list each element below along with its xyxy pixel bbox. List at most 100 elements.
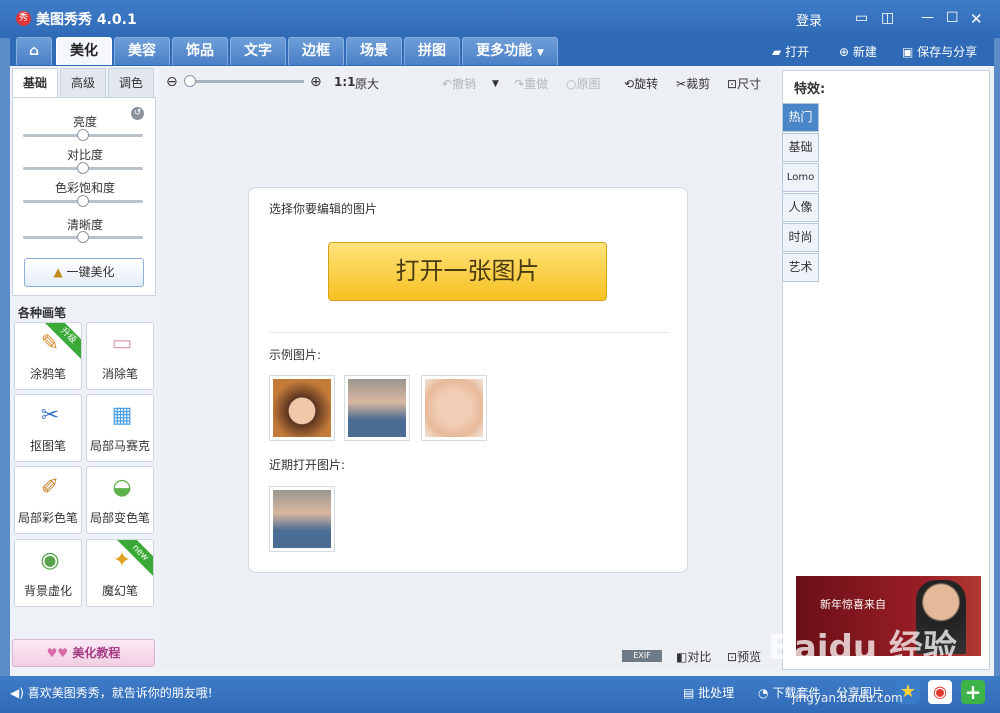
blur-icon: ◉ [40,548,60,573]
original-label: 原图 [576,77,601,91]
tab-frame[interactable]: 边框 [288,37,344,65]
open-image-button[interactable]: 打开一张图片 [328,242,607,301]
new-action-label: 新建 [852,45,877,59]
tool-mosaic[interactable]: ▦ 局部马赛克 [86,394,154,462]
tool-recolor-pen[interactable]: ◒ 局部变色笔 [86,466,154,534]
sample-thumbnail[interactable] [269,375,335,441]
hearts-icon: ♥♥ [46,646,69,660]
minimize-icon[interactable]: — [921,10,934,25]
tool-eraser-pen[interactable]: ▭ 消除笔 [86,322,154,390]
samples-label: 示例图片: [269,348,322,362]
brightness-knob[interactable] [77,129,89,141]
sharpness-knob[interactable] [77,231,89,243]
redo-icon: ↷ [514,77,525,91]
zoom-out-icon[interactable]: ⊖ [166,74,178,90]
undo-dropdown-icon[interactable]: ▼ [492,79,499,89]
brush-icon: ✐ [40,475,60,500]
undo-label: 撤销 [452,77,477,91]
download-icon: ◔ [758,686,769,700]
undo-icon: ↶ [442,77,453,91]
auto-beautify-label: 一键美化 [66,265,115,279]
fx-tab-hot[interactable]: 热门 [782,103,819,132]
original-size-button[interactable]: 原大 [355,75,379,92]
zoom-knob[interactable] [184,75,196,87]
login-link[interactable]: 登录 [796,10,822,29]
subtab-advanced[interactable]: 高级 [60,68,106,98]
fx-tab-lomo[interactable]: Lomo [782,163,819,192]
tutorial-label: 美化教程 [72,646,121,660]
paint-bucket-icon: ◒ [112,475,132,500]
subtab-color[interactable]: 调色 [108,68,154,98]
zoom-slider[interactable] [186,80,304,83]
wand-icon: ▲ [53,265,63,279]
close-icon[interactable]: ✕ [970,10,983,28]
tab-collage[interactable]: 拼图 [404,37,460,65]
add-icon[interactable]: + [961,680,985,704]
contrast-knob[interactable] [77,162,89,174]
sample-photo-3 [425,379,483,437]
preview-icon: ⊡ [727,650,738,664]
home-icon: ⌂ [28,43,40,59]
saturation-knob[interactable] [77,195,89,207]
exif-badge[interactable]: EXIF [622,650,662,662]
recent-thumbnail[interactable] [269,486,335,552]
cutout-icon: ✂ [40,403,60,428]
fx-tab-fashion[interactable]: 时尚 [782,223,819,252]
chat-icon[interactable]: ▭ [855,10,868,26]
tool-cutout-pen[interactable]: ✂ 抠图笔 [14,394,82,462]
plus-circle-icon: ⊕ [839,45,850,59]
fx-tab-portrait[interactable]: 人像 [782,193,819,222]
redo-button[interactable]: ↷重做 [514,75,548,92]
brightness-label: 亮度 [72,115,97,129]
compare-icon: ◧ [676,650,688,664]
rotate-label: 旋转 [634,77,659,91]
brightness-slider[interactable] [23,129,143,141]
brushes-title: 各种画笔 [18,306,67,320]
batch-button[interactable]: ▤ 批处理 [683,684,734,701]
tab-beauty[interactable]: 美容 [114,37,170,65]
maximize-icon[interactable]: ☐ [946,10,959,26]
sharpness-slider[interactable] [23,231,143,243]
tutorial-button[interactable]: ♥♥ 美化教程 [12,639,155,667]
compare-button[interactable]: ◧对比 [676,648,711,665]
undo-button[interactable]: ↶撤销 [442,75,476,92]
app-title: 美图秀秀 4.0.1 [36,12,137,28]
zoom-in-icon[interactable]: ⊕ [310,74,322,90]
tab-accessories[interactable]: 饰品 [172,37,228,65]
weibo-icon[interactable]: ◉ [928,680,952,704]
tab-scene[interactable]: 场景 [346,37,402,65]
sample-thumbnail[interactable] [421,375,487,441]
tab-beautify[interactable]: 美化 [56,37,112,65]
home-tab[interactable]: ⌂ [16,37,52,65]
tool-partial-color-pen[interactable]: ✐ 局部彩色笔 [14,466,82,534]
sample-photo-1 [273,379,331,437]
tool-magic-pen[interactable]: ✦ new 魔幻笔 [86,539,154,607]
original-button[interactable]: ○原图 [566,75,601,92]
original-icon: ○ [566,77,577,91]
contrast-slider[interactable] [23,162,143,174]
tool-graffiti-pen[interactable]: ✎ 升级 涂鸦笔 [14,322,82,390]
tool-background-blur[interactable]: ◉ 背景虚化 [14,539,82,607]
tab-text[interactable]: 文字 [230,37,286,65]
fx-tab-art[interactable]: 艺术 [782,253,819,282]
share-hint[interactable]: ◀) 喜欢美图秀秀，就告诉你的朋友哦! [10,684,213,701]
sample-thumbnail[interactable] [344,375,410,441]
new-action[interactable]: ⊕ 新建 [839,43,877,60]
fx-tab-basic[interactable]: 基础 [782,133,819,162]
rotate-button[interactable]: ⟲旋转 [624,75,658,92]
menu-icon[interactable]: ◫ [881,10,894,26]
effects-title: 特效: [794,82,826,97]
auto-beautify-button[interactable]: ▲ 一键美化 [24,258,144,287]
subtab-basic[interactable]: 基础 [12,68,58,98]
resize-button[interactable]: ⊡尺寸 [727,75,761,92]
save-share-action[interactable]: ▣ 保存与分享 [902,43,977,60]
tab-more[interactable]: 更多功能 ▼ [462,37,558,65]
open-action[interactable]: ▰ 打开 [772,43,809,60]
saturation-slider[interactable] [23,195,143,207]
save-icon: ▣ [902,45,914,59]
redo-label: 重做 [524,77,549,91]
crop-button[interactable]: ✂裁剪 [676,75,710,92]
zoom-ratio[interactable]: 1:1 [334,75,356,89]
save-share-label: 保存与分享 [917,45,978,59]
preview-button[interactable]: ⊡预览 [727,648,761,665]
